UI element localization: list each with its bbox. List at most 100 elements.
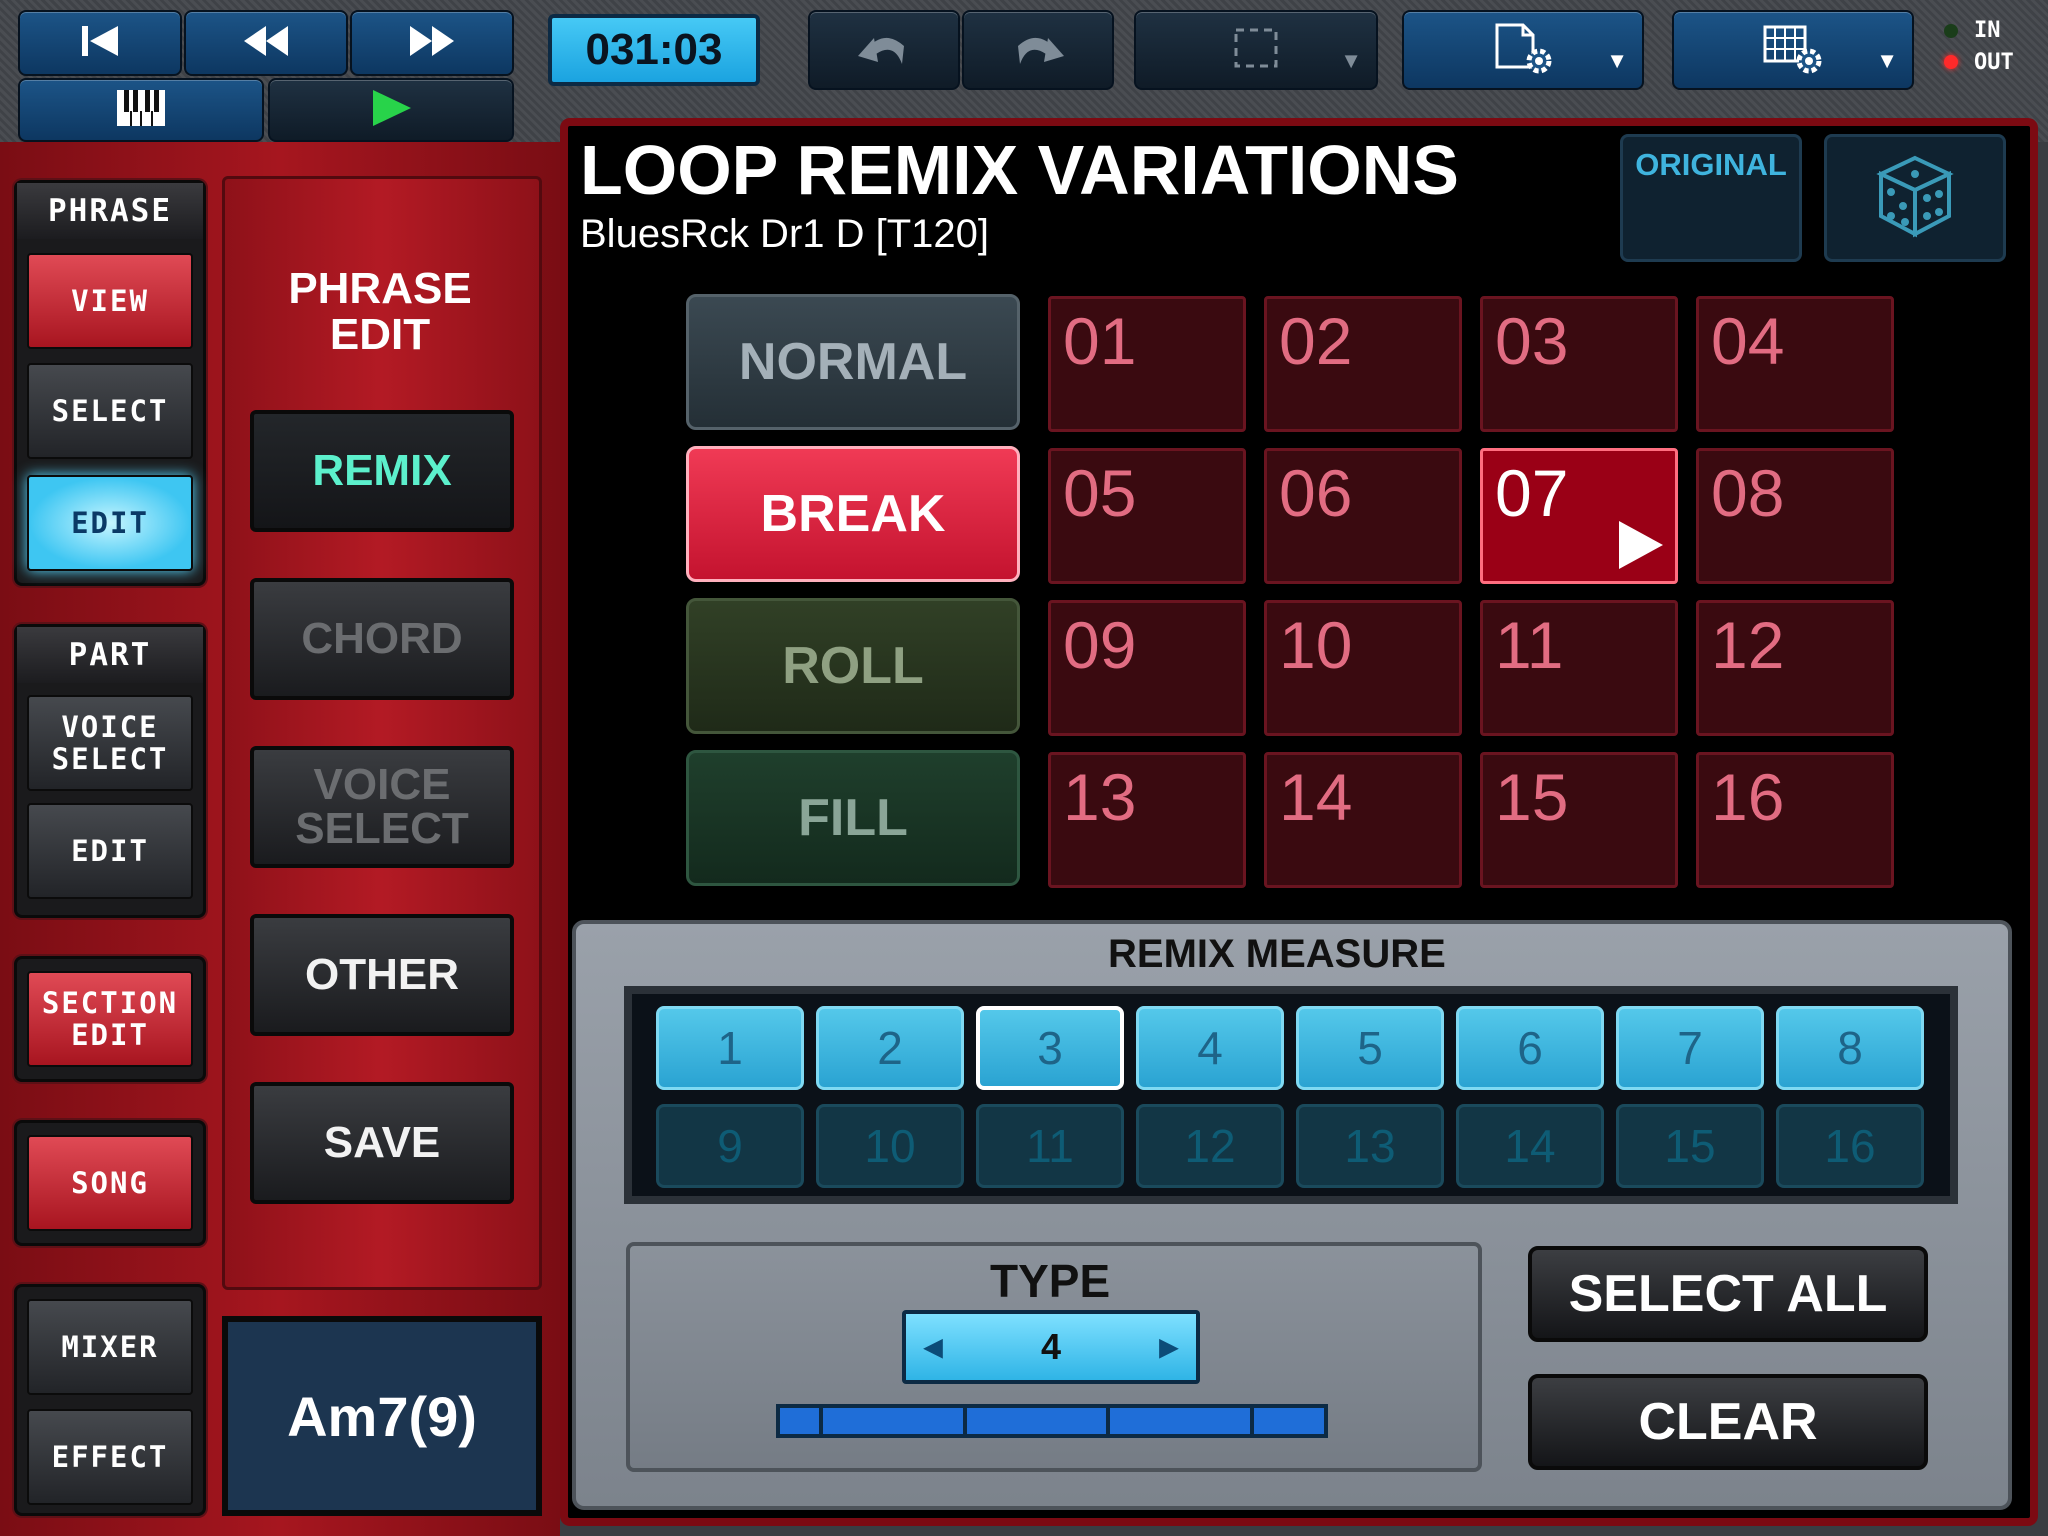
variation-pad[interactable]: 09 — [1048, 600, 1246, 736]
variation-pad[interactable]: 15 — [1480, 752, 1678, 888]
variation-pad[interactable]: 13 — [1048, 752, 1246, 888]
category-break-button[interactable]: BREAK — [686, 446, 1020, 582]
variation-number: 14 — [1279, 760, 1353, 834]
file-settings-button[interactable]: ▼ — [1402, 10, 1644, 90]
measure-button[interactable]: 16 — [1776, 1104, 1924, 1188]
variation-pad[interactable]: 10 — [1264, 600, 1462, 736]
chord-button[interactable]: CHORD — [250, 578, 514, 700]
grid-settings-icon — [1761, 21, 1825, 80]
other-button[interactable]: OTHER — [250, 914, 514, 1036]
arrow-left-icon[interactable]: ◀ — [924, 1333, 942, 1362]
measure-button[interactable]: 11 — [976, 1104, 1124, 1188]
measure-button[interactable]: 10 — [816, 1104, 964, 1188]
measure-button[interactable]: 7 — [1616, 1006, 1764, 1090]
play-button[interactable] — [268, 78, 514, 142]
phrase-nav-header: PHRASE — [17, 183, 203, 239]
phrase-select-button[interactable]: SELECT — [27, 363, 193, 459]
voice-select-button[interactable]: VOICE SELECT — [250, 746, 514, 868]
type-slider-segment — [780, 1408, 820, 1434]
measure-button[interactable]: 15 — [1616, 1104, 1764, 1188]
variation-number: 16 — [1711, 760, 1785, 834]
variation-pad[interactable]: 02 — [1264, 296, 1462, 432]
measure-button[interactable]: 3 — [976, 1006, 1124, 1090]
mixer-button[interactable]: MIXER — [27, 1299, 193, 1395]
variation-pad[interactable]: 14 — [1264, 752, 1462, 888]
phrase-edit-button[interactable]: EDIT — [27, 475, 193, 571]
variation-pad[interactable]: 08 — [1696, 448, 1894, 584]
section-edit-button[interactable]: SECTION EDIT — [27, 971, 193, 1067]
phrase-name: BluesRck Dr1 D [T120] — [580, 212, 990, 256]
chord-display: Am7(9) — [222, 1316, 542, 1516]
select-all-button[interactable]: SELECT ALL — [1528, 1246, 1928, 1342]
redo-icon — [1010, 28, 1066, 73]
variation-pad[interactable]: 12 — [1696, 600, 1894, 736]
variation-number: 01 — [1063, 304, 1137, 378]
skip-back-button[interactable] — [18, 10, 182, 76]
variation-pad[interactable]: 11 — [1480, 600, 1678, 736]
variation-pad[interactable]: 01 — [1048, 296, 1246, 432]
variation-pad[interactable]: 04 — [1696, 296, 1894, 432]
measure-button[interactable]: 6 — [1456, 1006, 1604, 1090]
variation-number: 12 — [1711, 608, 1785, 682]
measure-button[interactable]: 8 — [1776, 1006, 1924, 1090]
variation-number: 02 — [1279, 304, 1353, 378]
original-button[interactable]: ORIGINAL — [1620, 134, 1802, 262]
measure-button[interactable]: 13 — [1296, 1104, 1444, 1188]
chevron-down-icon: ▼ — [1340, 48, 1362, 73]
page-title: LOOP REMIX VARIATIONS — [580, 131, 1459, 209]
redo-button[interactable] — [962, 10, 1114, 90]
measure-button[interactable]: 12 — [1136, 1104, 1284, 1188]
remix-measure-title: REMIX MEASURE — [1108, 932, 1446, 976]
chevron-down-icon: ▼ — [1876, 48, 1898, 73]
save-button[interactable]: SAVE — [250, 1082, 514, 1204]
measure-button[interactable]: 1 — [656, 1006, 804, 1090]
fast-forward-icon — [408, 24, 456, 63]
variation-pad[interactable]: 05 — [1048, 448, 1246, 584]
selection-button[interactable]: ▼ — [1134, 10, 1378, 90]
in-indicator-led — [1944, 24, 1958, 38]
part-voice-select-button[interactable]: VOICE SELECT — [27, 695, 193, 791]
clear-button[interactable]: CLEAR — [1528, 1374, 1928, 1470]
fast-forward-button[interactable] — [350, 10, 514, 76]
part-nav-group: PART VOICE SELECT EDIT — [14, 624, 206, 918]
type-slider-segment — [1110, 1408, 1251, 1434]
selection-icon — [1233, 27, 1279, 74]
type-slider[interactable] — [776, 1404, 1328, 1438]
type-selector[interactable]: ◀ 4 ▶ — [902, 1310, 1200, 1384]
mixer-effect-nav-group: MIXER EFFECT — [14, 1284, 206, 1516]
type-slider-segment — [823, 1408, 963, 1434]
measure-button[interactable]: 4 — [1136, 1006, 1284, 1090]
measure-button[interactable]: 5 — [1296, 1006, 1444, 1090]
variation-pad[interactable]: 06 — [1264, 448, 1462, 584]
category-roll-button[interactable]: ROLL — [686, 598, 1020, 734]
phrase-view-button[interactable]: VIEW — [27, 253, 193, 349]
category-normal-button[interactable]: NORMAL — [686, 294, 1020, 430]
measure-button[interactable]: 9 — [656, 1104, 804, 1188]
remix-button[interactable]: REMIX — [250, 410, 514, 532]
variation-number: 11 — [1495, 608, 1564, 682]
variation-pad[interactable]: 03 — [1480, 296, 1678, 432]
randomize-button[interactable] — [1824, 134, 2006, 262]
variation-number: 10 — [1279, 608, 1353, 682]
effect-button[interactable]: EFFECT — [27, 1409, 193, 1505]
measure-button[interactable]: 2 — [816, 1006, 964, 1090]
type-slider-segment — [1254, 1408, 1325, 1434]
song-button[interactable]: SONG — [27, 1135, 193, 1231]
out-label: OUT — [1974, 50, 2014, 75]
variation-number: 04 — [1711, 304, 1785, 378]
variation-pad[interactable]: 16 — [1696, 752, 1894, 888]
undo-button[interactable] — [808, 10, 960, 90]
arrow-right-icon[interactable]: ▶ — [1160, 1333, 1178, 1362]
category-fill-button[interactable]: FILL — [686, 750, 1020, 886]
type-title: TYPE — [990, 1255, 1111, 1307]
phrase-nav-group: PHRASE VIEW SELECT EDIT — [14, 180, 206, 586]
rewind-button[interactable] — [184, 10, 348, 76]
in-label: IN — [1974, 18, 2001, 43]
measure-button[interactable]: 14 — [1456, 1104, 1604, 1188]
part-edit-button[interactable]: EDIT — [27, 803, 193, 899]
section-nav-group: SECTION EDIT — [14, 956, 206, 1082]
variation-pad[interactable]: 07 — [1480, 448, 1678, 584]
variation-number: 06 — [1279, 456, 1353, 530]
keyboard-button[interactable] — [18, 78, 264, 142]
grid-settings-button[interactable]: ▼ — [1672, 10, 1914, 90]
